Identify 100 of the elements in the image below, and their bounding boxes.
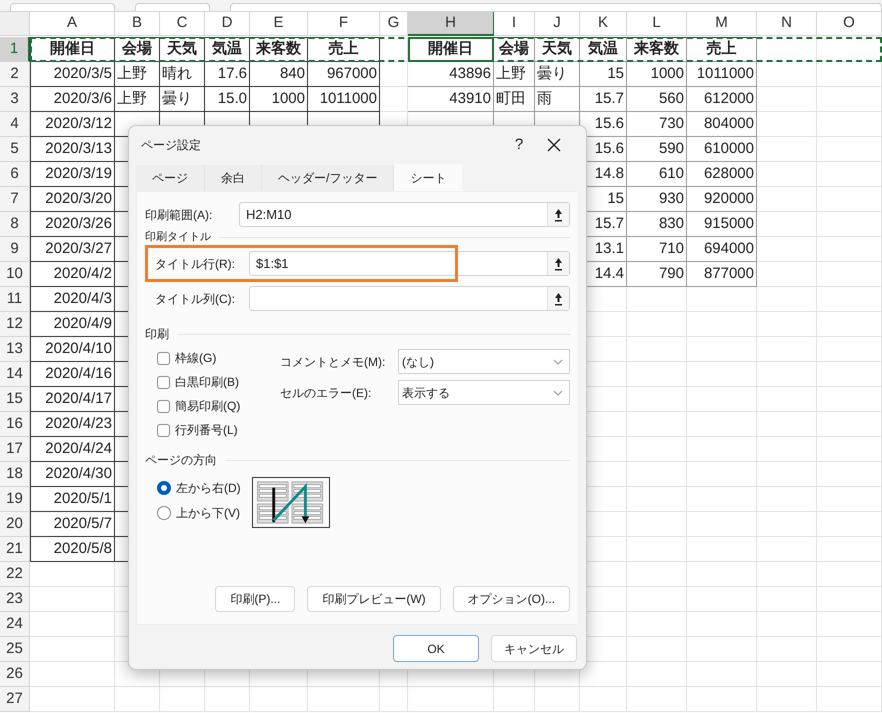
column-header[interactable]: C (160, 12, 205, 36)
checkbox[interactable] (157, 424, 170, 436)
column-header[interactable]: H (408, 12, 494, 36)
row-header[interactable]: 27 (0, 687, 30, 712)
row-header[interactable]: 12 (0, 312, 30, 337)
table-cell: 612000 (687, 87, 757, 112)
table-cell: 560 (627, 87, 687, 112)
checkbox-label: 枠線(G) (175, 350, 216, 367)
table-cell: 830 (627, 212, 687, 237)
row-header[interactable]: 15 (0, 387, 30, 412)
upload-arrow-icon (554, 208, 563, 222)
field-label: タイトル行(R): (155, 256, 236, 272)
table-cell: 2020/4/10 (30, 337, 115, 362)
dropdown[interactable]: (なし) (398, 349, 570, 374)
row-header[interactable]: 22 (0, 562, 30, 587)
range-select-button[interactable] (547, 203, 569, 226)
table-cell: 930 (627, 187, 687, 212)
row-header[interactable]: 24 (0, 612, 30, 637)
table-cell: 2020/3/5 (30, 62, 115, 87)
print-area-field[interactable]: H2:M10 (239, 202, 570, 227)
table-cell: 天気 (535, 37, 580, 62)
row-header[interactable]: 11 (0, 287, 30, 312)
tab[interactable]: ヘッダー/フッター (262, 165, 394, 191)
column-header[interactable]: L (627, 12, 687, 36)
table-cell: 2020/5/1 (30, 487, 115, 512)
row-header[interactable]: 8 (0, 212, 30, 237)
row-header[interactable]: 19 (0, 487, 30, 512)
column-header[interactable]: M (687, 12, 757, 36)
toolbar-field[interactable] (135, 3, 210, 11)
row-header[interactable]: 6 (0, 162, 30, 187)
table-cell: 上野 (494, 62, 535, 87)
table-cell: 2020/4/23 (30, 412, 115, 437)
column-header[interactable]: D (205, 12, 250, 36)
field-label: タイトル列(C): (155, 290, 236, 308)
row-header[interactable]: 26 (0, 662, 30, 687)
title-columns-field[interactable] (249, 286, 570, 311)
field-label: コメントとメモ(M): (280, 354, 386, 370)
row-header[interactable]: 13 (0, 337, 30, 362)
radio-label: 左から右(D) (176, 480, 241, 497)
help-button[interactable]: ? (504, 134, 534, 156)
radio-button[interactable] (157, 506, 171, 520)
table-cell: 628000 (687, 162, 757, 187)
row-header[interactable]: 10 (0, 262, 30, 287)
column-header[interactable]: F (308, 12, 380, 36)
checkbox[interactable] (157, 352, 170, 364)
cancel-button[interactable]: キャンセル (491, 635, 577, 662)
tab[interactable]: シート (394, 164, 462, 191)
checkbox[interactable] (157, 376, 170, 388)
row-header[interactable]: 2 (0, 62, 30, 87)
column-header[interactable]: E (250, 12, 308, 36)
column-header[interactable]: B (115, 12, 160, 36)
table-cell: 15.0 (205, 87, 250, 112)
row-header[interactable]: 17 (0, 437, 30, 462)
column-header[interactable]: K (580, 12, 627, 36)
field-label: セルのエラー(E): (280, 384, 372, 402)
column-header[interactable]: J (535, 12, 580, 36)
title-rows-field[interactable]: $1:$1 (249, 251, 570, 276)
row-header[interactable]: 25 (0, 637, 30, 662)
range-select-button[interactable] (547, 287, 569, 310)
table-cell: 2020/3/6 (30, 87, 115, 112)
row-header[interactable]: 18 (0, 462, 30, 487)
table-cell: 920000 (687, 187, 757, 212)
table-cell: 上野 (115, 62, 160, 87)
table-cell: 43910 (408, 87, 494, 112)
row-header[interactable]: 1 (0, 37, 30, 62)
field-label: 印刷範囲(A): (145, 206, 214, 224)
row-header[interactable]: 16 (0, 412, 30, 437)
row-header[interactable]: 9 (0, 237, 30, 262)
row-header[interactable]: 23 (0, 587, 30, 612)
row-header[interactable]: 21 (0, 537, 30, 562)
row-header[interactable]: 14 (0, 362, 30, 387)
tab[interactable]: ページ (136, 165, 205, 191)
dialog-button[interactable]: 印刷プレビュー(W) (307, 586, 441, 612)
column-header[interactable]: A (30, 12, 115, 36)
row-header[interactable]: 7 (0, 187, 30, 212)
group-label: 印刷 (145, 326, 169, 343)
tab[interactable]: 余白 (205, 165, 262, 191)
row-header[interactable]: 5 (0, 137, 30, 162)
table-cell: 2020/3/12 (30, 112, 115, 137)
row-header[interactable]: 3 (0, 87, 30, 112)
range-select-button[interactable] (547, 252, 569, 275)
column-header[interactable]: G (380, 12, 408, 36)
dialog-button[interactable]: 印刷(P)... (215, 586, 296, 612)
row-header[interactable]: 4 (0, 112, 30, 137)
table-cell: 2020/5/8 (30, 537, 115, 562)
radio-button[interactable] (157, 481, 171, 495)
column-header[interactable]: O (817, 12, 882, 36)
table-cell: 2020/4/9 (30, 312, 115, 337)
table-cell: 2020/4/17 (30, 387, 115, 412)
column-header[interactable]: N (757, 12, 817, 36)
column-header[interactable]: I (494, 12, 535, 36)
checkbox[interactable] (157, 400, 170, 412)
dropdown[interactable]: 表示する (398, 380, 570, 405)
table-cell: 17.6 (205, 62, 250, 87)
row-header[interactable]: 20 (0, 512, 30, 537)
ok-button[interactable]: OK (393, 635, 479, 662)
chevron-down-icon (553, 358, 563, 364)
table-cell: 15.7 (580, 87, 627, 112)
table-cell: 1000 (250, 87, 308, 112)
dialog-button[interactable]: オプション(O)... (452, 586, 570, 612)
